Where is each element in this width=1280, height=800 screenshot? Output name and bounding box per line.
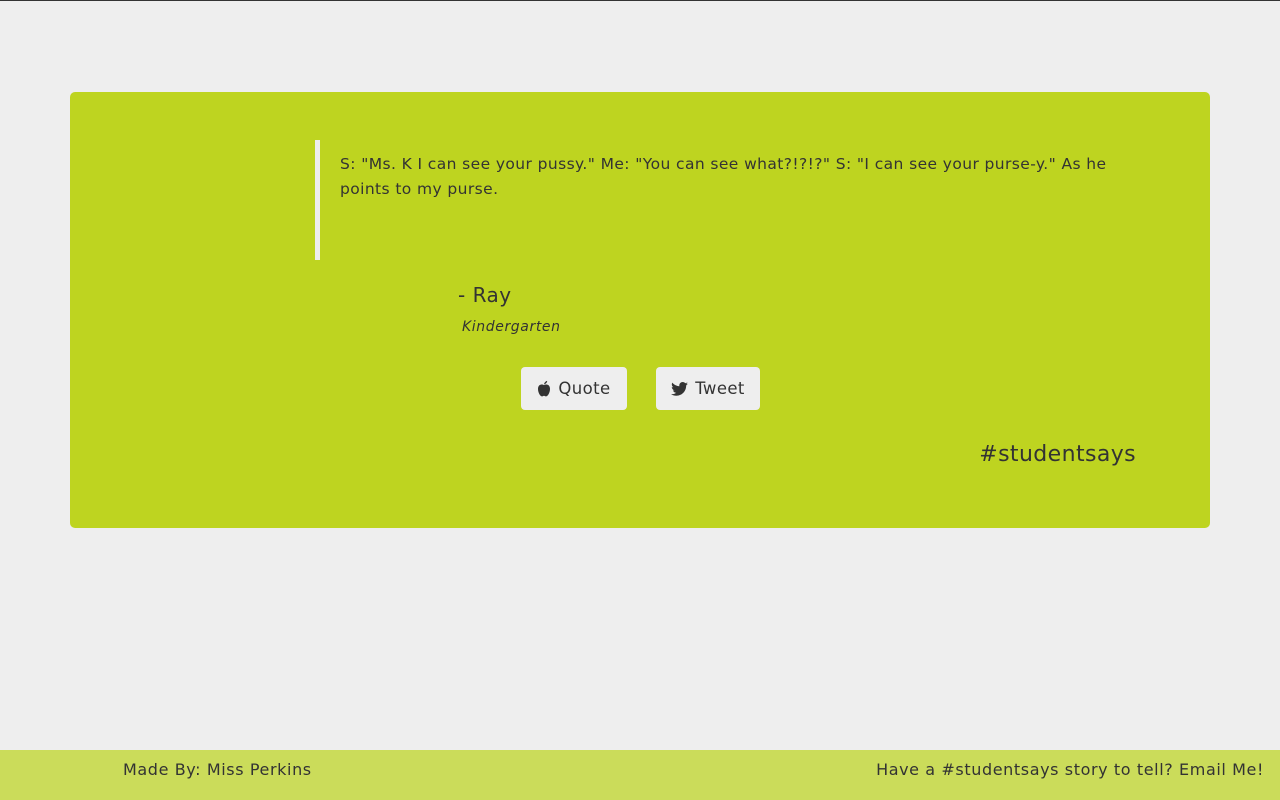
footer-contact-link[interactable]: Have a #studentsays story to tell? Email… (876, 760, 1264, 779)
twitter-icon (671, 381, 689, 396)
quote-text: S: "Ms. K I can see your pussy." Me: "Yo… (340, 155, 1107, 198)
quote-grade: Kindergarten (462, 319, 561, 335)
quote-author: - Ray (458, 283, 512, 307)
tweet-label: Tweet (695, 379, 745, 398)
quote-card: S: "Ms. K I can see your pussy." Me: "Yo… (70, 92, 1210, 528)
apple-icon (538, 380, 551, 397)
footer-credit: Made By: Miss Perkins (123, 760, 312, 779)
tweet-button[interactable]: Tweet (656, 367, 760, 410)
footer: Made By: Miss Perkins Have a #studentsay… (0, 750, 1280, 800)
new-quote-button[interactable]: Quote (521, 367, 627, 410)
new-quote-label: Quote (558, 379, 611, 398)
hashtag-title: #studentsays (979, 442, 1136, 467)
top-rule (0, 0, 1280, 1)
blockquote: S: "Ms. K I can see your pussy." Me: "Yo… (315, 140, 1106, 260)
